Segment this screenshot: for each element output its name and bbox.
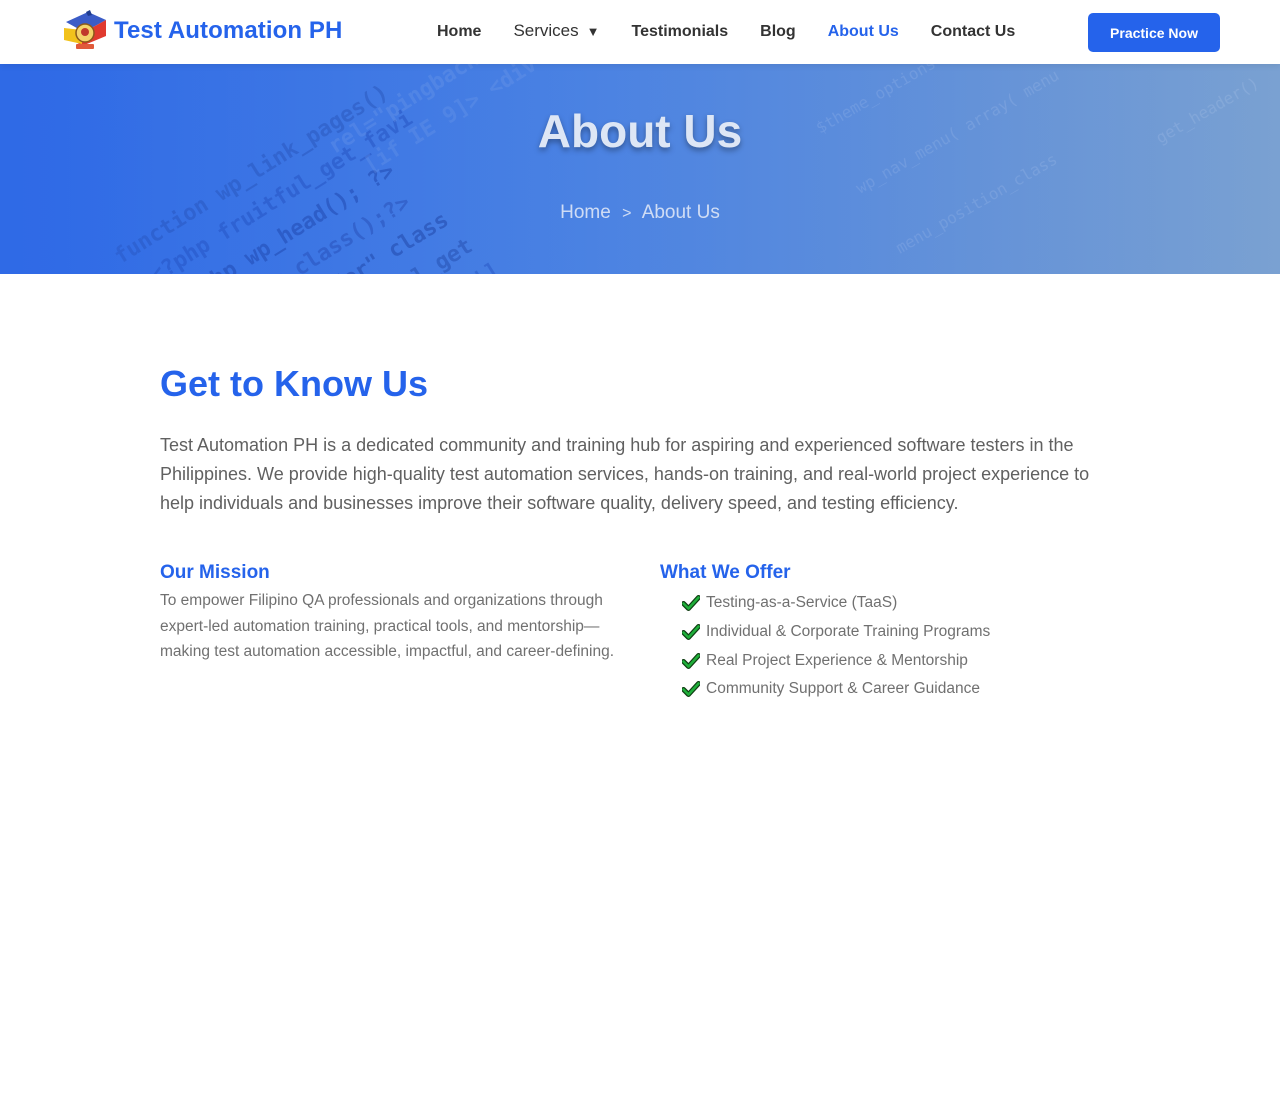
list-item: Testing-as-a-Service (TaaS) [682, 589, 1120, 618]
brand-link[interactable]: Test Automation PH [62, 10, 342, 52]
nav-item-about-us[interactable]: About Us [812, 23, 915, 41]
offer-item-label: Real Project Experience & Mentorship [706, 651, 968, 669]
breadcrumb: Home > About Us [0, 202, 1280, 224]
practice-now-button[interactable]: Practice Now [1088, 13, 1220, 52]
page-title: About Us [537, 105, 743, 157]
intro-paragraph: Test Automation PH is a dedicated commun… [160, 435, 1090, 513]
offer-item-label: Community Support & Career Guidance [706, 680, 980, 698]
nav-item-services-label: Services [513, 21, 579, 40]
chevron-down-icon: ▼ [586, 23, 600, 39]
hero-banner: function wp_link_pages() <?php fruitful_… [0, 64, 1280, 274]
main-nav: Home Services ▼ Testimonials Blog About … [421, 0, 1031, 64]
mission-text: To empower Filipino QA professionals and… [160, 592, 615, 660]
offer-list: Testing-as-a-Service (TaaS) Individual &… [660, 589, 1120, 704]
about-content: Get to Know Us Test Automation PH is a d… [160, 360, 1120, 698]
nav-item-contact-us[interactable]: Contact Us [915, 23, 1031, 41]
breadcrumb-current: About Us [641, 202, 720, 223]
check-icon [682, 624, 700, 641]
offer-column: What We Offer Testing-as-a-Service (TaaS… [660, 560, 1120, 704]
check-icon [682, 595, 700, 612]
mission-column: Our Mission To empower Filipino QA profe… [160, 560, 630, 665]
mission-title: Our Mission [160, 562, 270, 583]
nav-item-testimonials[interactable]: Testimonials [616, 23, 745, 41]
section-title: Get to Know Us [160, 363, 428, 404]
nav-item-home[interactable]: Home [421, 23, 497, 41]
top-navbar: Test Automation PH Home Services ▼ Testi… [0, 0, 1280, 64]
check-icon [682, 652, 700, 669]
offer-item-label: Testing-as-a-Service (TaaS) [706, 594, 898, 612]
nav-item-services[interactable]: Services ▼ [497, 21, 615, 41]
code-background-image: function wp_link_pages() <?php fruitful_… [0, 64, 1280, 274]
list-item: Real Project Experience & Mentorship [682, 646, 1120, 675]
philippine-flag-logo-icon [64, 10, 106, 49]
breadcrumb-separator: > [622, 205, 632, 222]
breadcrumb-home-link[interactable]: Home [560, 202, 611, 223]
offer-item-label: Individual & Corporate Training Programs [706, 623, 991, 641]
list-item: Community Support & Career Guidance [682, 675, 1120, 704]
brand-name: Test Automation PH [114, 17, 343, 44]
nav-item-blog[interactable]: Blog [744, 23, 812, 41]
offer-title: What We Offer [660, 562, 791, 583]
list-item: Individual & Corporate Training Programs [682, 618, 1120, 647]
check-icon [682, 681, 700, 698]
